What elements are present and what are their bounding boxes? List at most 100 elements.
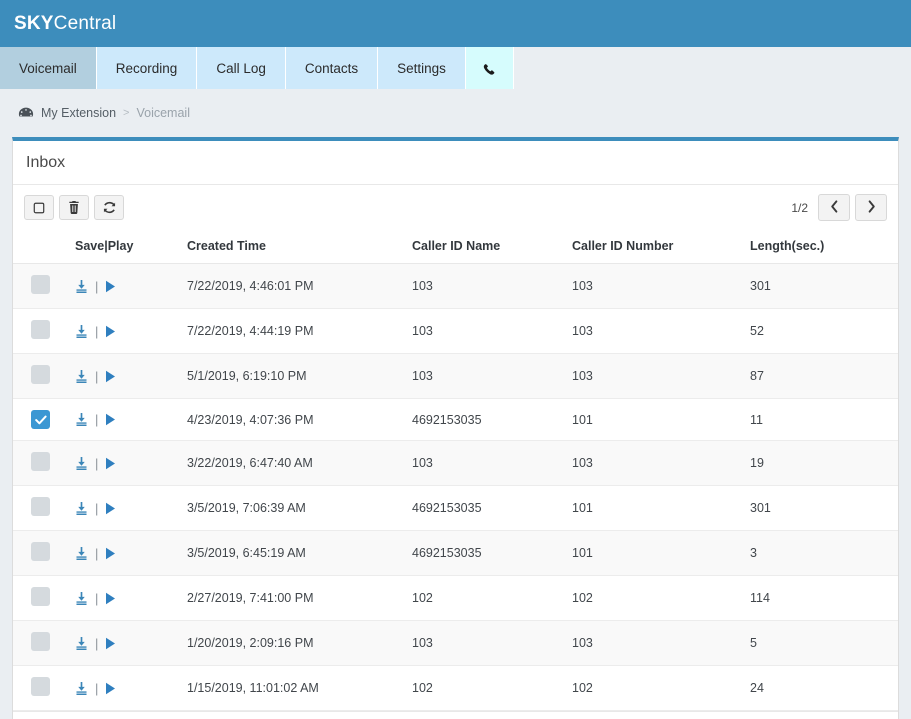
play-icon[interactable] bbox=[105, 325, 116, 338]
play-icon[interactable] bbox=[105, 370, 116, 383]
phone-icon bbox=[482, 61, 497, 76]
cell-caller-id-name: 4692153035 bbox=[412, 530, 572, 576]
cell-created-time: 4/23/2019, 4:07:36 PM bbox=[187, 398, 412, 441]
row-actions-cell: | bbox=[75, 530, 187, 576]
row-select-cell bbox=[13, 308, 75, 354]
row-actions-cell: | bbox=[75, 440, 187, 486]
play-icon[interactable] bbox=[105, 280, 116, 293]
tab-call-log[interactable]: Call Log bbox=[197, 47, 286, 89]
cell-length: 5 bbox=[750, 620, 898, 666]
cell-created-time: 2/27/2019, 7:41:00 PM bbox=[187, 575, 412, 621]
download-icon[interactable] bbox=[75, 591, 88, 605]
row-checkbox[interactable] bbox=[31, 542, 50, 561]
play-icon[interactable] bbox=[105, 502, 116, 515]
select-all-button-top[interactable] bbox=[24, 195, 54, 220]
cell-caller-id-number: 103 bbox=[572, 263, 750, 309]
table-row: | 7/22/2019, 4:44:19 PM 103 103 52 bbox=[13, 308, 898, 354]
play-icon[interactable] bbox=[105, 637, 116, 650]
play-icon[interactable] bbox=[105, 592, 116, 605]
row-checkbox[interactable] bbox=[31, 677, 50, 696]
play-icon[interactable] bbox=[105, 547, 116, 560]
download-icon[interactable] bbox=[75, 413, 88, 426]
table-header-row: Save|Play Created Time Caller ID Name Ca… bbox=[13, 230, 898, 264]
download-icon[interactable] bbox=[75, 369, 88, 383]
tab-call-log-label: Call Log bbox=[216, 60, 266, 76]
row-actions-cell: | bbox=[75, 353, 187, 399]
toolbar-top: 1/2 bbox=[13, 185, 898, 230]
cell-caller-id-number: 101 bbox=[572, 530, 750, 576]
play-icon[interactable] bbox=[105, 413, 116, 426]
chevron-left-icon bbox=[830, 199, 839, 216]
row-select-cell bbox=[13, 575, 75, 621]
cell-created-time: 1/20/2019, 2:09:16 PM bbox=[187, 620, 412, 666]
action-separator: | bbox=[95, 455, 99, 471]
cell-caller-id-number: 102 bbox=[572, 575, 750, 621]
cell-length: 87 bbox=[750, 353, 898, 399]
cell-caller-id-number: 103 bbox=[572, 620, 750, 666]
cell-length: 3 bbox=[750, 530, 898, 576]
page-indicator-top: 1/2 bbox=[791, 200, 808, 215]
row-checkbox[interactable] bbox=[31, 587, 50, 606]
action-separator: | bbox=[95, 412, 99, 427]
download-icon[interactable] bbox=[75, 324, 88, 338]
row-checkbox[interactable] bbox=[31, 452, 50, 471]
cell-caller-id-name: 102 bbox=[412, 665, 572, 711]
cell-length: 11 bbox=[750, 398, 898, 441]
cell-created-time: 3/5/2019, 6:45:19 AM bbox=[187, 530, 412, 576]
row-actions-cell: | bbox=[75, 665, 187, 711]
row-checkbox[interactable] bbox=[31, 632, 50, 651]
refresh-button-top[interactable] bbox=[94, 195, 124, 220]
next-page-button-top[interactable] bbox=[855, 194, 887, 221]
table-row: | 1/15/2019, 11:01:02 AM 102 102 24 bbox=[13, 665, 898, 711]
trash-icon bbox=[68, 201, 80, 214]
cell-caller-id-number: 103 bbox=[572, 308, 750, 354]
download-icon[interactable] bbox=[75, 546, 88, 560]
table-row: | 1/20/2019, 2:09:16 PM 103 103 5 bbox=[13, 620, 898, 666]
breadcrumb-root[interactable]: My Extension bbox=[41, 106, 116, 120]
download-icon[interactable] bbox=[75, 501, 88, 515]
tab-dialpad[interactable] bbox=[465, 47, 514, 89]
delete-button-top[interactable] bbox=[59, 195, 89, 220]
action-separator: | bbox=[95, 590, 99, 606]
row-checkbox[interactable] bbox=[31, 497, 50, 516]
row-select-cell bbox=[13, 530, 75, 576]
tab-contacts[interactable]: Contacts bbox=[285, 47, 379, 89]
download-icon[interactable] bbox=[75, 636, 88, 650]
app-logo: SKYCentral bbox=[14, 13, 116, 35]
row-checkbox[interactable] bbox=[31, 320, 50, 339]
cell-caller-id-name: 4692153035 bbox=[412, 398, 572, 441]
action-separator: | bbox=[95, 500, 99, 516]
play-icon[interactable] bbox=[105, 457, 116, 470]
cell-length: 301 bbox=[750, 263, 898, 309]
inbox-panel: Inbox 1/2 Save|Play Created Time Caller … bbox=[12, 137, 899, 719]
row-actions-cell: | bbox=[75, 398, 187, 441]
voicemail-table: Save|Play Created Time Caller ID Name Ca… bbox=[13, 230, 898, 711]
panel-title: Inbox bbox=[13, 141, 898, 185]
download-icon[interactable] bbox=[75, 456, 88, 470]
toolbar-top-buttons bbox=[24, 195, 124, 220]
column-header-caller-id-number: Caller ID Number bbox=[572, 230, 750, 264]
row-checkbox[interactable] bbox=[31, 275, 50, 294]
download-icon[interactable] bbox=[75, 681, 88, 695]
download-icon[interactable] bbox=[75, 279, 88, 293]
tab-recording-label: Recording bbox=[115, 60, 178, 76]
tab-settings[interactable]: Settings bbox=[378, 47, 466, 89]
row-checkbox[interactable] bbox=[31, 410, 50, 429]
column-header-saveplay: Save|Play bbox=[75, 230, 187, 264]
breadcrumb-separator: > bbox=[123, 107, 130, 119]
table-row: | 7/22/2019, 4:46:01 PM 103 103 301 bbox=[13, 263, 898, 309]
tab-voicemail[interactable]: Voicemail bbox=[0, 47, 97, 89]
tab-recording[interactable]: Recording bbox=[96, 47, 198, 89]
app-header: SKYCentral bbox=[0, 0, 911, 47]
prev-page-button-top[interactable] bbox=[818, 194, 850, 221]
play-icon[interactable] bbox=[105, 682, 116, 695]
row-select-cell bbox=[13, 665, 75, 711]
cell-length: 52 bbox=[750, 308, 898, 354]
table-row: | 5/1/2019, 6:19:10 PM 103 103 87 bbox=[13, 353, 898, 399]
row-actions-cell: | bbox=[75, 485, 187, 531]
table-row: | 3/22/2019, 6:47:40 AM 103 103 19 bbox=[13, 440, 898, 486]
cell-created-time: 3/22/2019, 6:47:40 AM bbox=[187, 440, 412, 486]
row-checkbox[interactable] bbox=[31, 365, 50, 384]
cell-length: 24 bbox=[750, 665, 898, 711]
breadcrumb: My Extension > Voicemail bbox=[0, 89, 911, 137]
